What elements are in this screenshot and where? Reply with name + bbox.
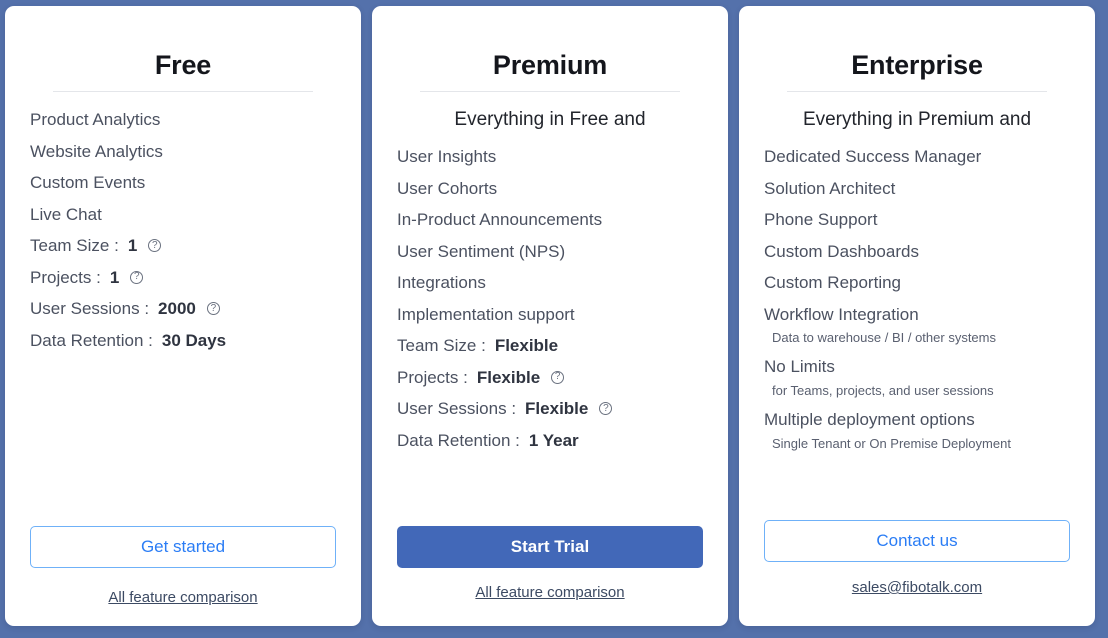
feature-value: Flexible	[494, 336, 559, 355]
feature-label: Product Analytics	[30, 110, 161, 129]
feature-row: Integrations	[397, 274, 703, 291]
plan-title: Free	[154, 50, 212, 80]
feature-row: Dedicated Success Manager	[764, 148, 1070, 165]
sales-email-link[interactable]: sales@fibotalk.com	[764, 579, 1070, 596]
feature-label: User Sessions :	[397, 399, 517, 418]
feature-row: Product Analytics	[30, 111, 336, 128]
plan-subtitle: Everything in Free and	[454, 109, 646, 130]
feature-row: No Limits	[764, 358, 1070, 375]
feature-row: Team Size : 1	[30, 237, 336, 254]
feature-label: Custom Reporting	[764, 273, 902, 292]
feature-value: 2000	[158, 299, 196, 318]
feature-value: 30 Days	[161, 330, 227, 350]
feature-label: In-Product Announcements	[397, 210, 603, 229]
feature-row: User Sessions : Flexible	[397, 400, 703, 417]
plan-card-enterprise: Enterprise Everything in Premium and Dedic…	[739, 6, 1095, 626]
feature-value: Flexible	[525, 399, 589, 418]
feature-list: User Insights User Cohorts In-Product Anno…	[397, 148, 703, 463]
feature-row: Workflow Integration	[764, 306, 1070, 323]
feature-label: Phone Support	[764, 210, 878, 229]
feature-row: Phone Support	[764, 211, 1070, 228]
feature-label: Website Analytics	[30, 141, 163, 161]
feature-label: User Cohorts	[397, 178, 498, 198]
feature-list: Dedicated Success Manager Solution Archit…	[764, 148, 1070, 464]
feature-label: Data Retention :	[30, 330, 153, 350]
feature-comparison-link[interactable]: All feature comparison	[30, 589, 336, 606]
feature-list: Product Analytics Website Analytics Custom…	[30, 111, 336, 363]
feature-value: 1	[109, 267, 120, 287]
feature-label: Projects :	[30, 267, 101, 287]
plan-title: Enterprise	[851, 50, 983, 80]
plan-title: Premium	[492, 50, 608, 80]
feature-label: Team Size :	[397, 336, 486, 355]
feature-row: Custom Events	[30, 174, 336, 191]
feature-subtext: Data to warehouse / BI / other systems	[772, 330, 996, 345]
feature-comparison-link[interactable]: All feature comparison	[397, 584, 703, 601]
help-circle-icon[interactable]	[130, 270, 144, 284]
feature-label: Dedicated Success Manager	[764, 147, 982, 166]
cta-button-premium[interactable]: Start Trial	[397, 526, 703, 568]
feature-label: Projects :	[397, 367, 468, 387]
feature-label: Data Retention :	[397, 430, 520, 450]
help-circle-icon[interactable]	[148, 239, 162, 252]
title-divider	[420, 91, 680, 92]
card-footer: Start Trial All feature comparison	[397, 526, 703, 626]
feature-label: Live Chat	[30, 204, 102, 224]
help-circle-icon[interactable]	[551, 370, 565, 384]
cta-button-enterprise[interactable]: Contact us	[764, 520, 1070, 562]
feature-row: Implementation support	[397, 306, 703, 323]
feature-label: User Sentiment (NPS)	[397, 241, 566, 261]
feature-row: User Cohorts	[397, 180, 703, 197]
feature-row: User Sessions : 2000	[30, 300, 336, 317]
feature-row: Projects : Flexible	[397, 369, 703, 386]
feature-row: Custom Dashboards	[764, 243, 1070, 260]
feature-row: User Insights	[397, 148, 703, 165]
help-circle-icon[interactable]	[206, 302, 220, 315]
feature-row: Team Size : Flexible	[397, 337, 703, 354]
plan-card-premium: Premium Everything in Free and User Insigh…	[372, 6, 728, 626]
feature-label: Solution Architect	[764, 178, 896, 198]
title-divider	[53, 91, 313, 92]
feature-value: Flexible	[476, 367, 541, 387]
feature-row: Multiple deployment options	[764, 411, 1070, 428]
feature-row: User Sentiment (NPS)	[397, 243, 703, 260]
feature-row: Custom Reporting	[764, 274, 1070, 291]
cta-button-free[interactable]: Get started	[30, 526, 336, 568]
feature-label: User Insights	[397, 147, 497, 166]
feature-subtext: for Teams, projects, and user sessions	[772, 382, 994, 398]
feature-value: 1 Year	[528, 430, 579, 450]
feature-subtext: Single Tenant or On Premise Deployment	[772, 435, 1011, 451]
feature-value: 1	[127, 236, 138, 255]
feature-row: Projects : 1	[30, 269, 336, 286]
feature-label: Workflow Integration	[764, 304, 919, 324]
title-divider	[787, 91, 1047, 92]
feature-label: Implementation support	[397, 304, 575, 324]
card-footer: Contact us sales@fibotalk.com	[764, 520, 1070, 626]
feature-row: Data Retention : 30 Days	[30, 332, 336, 349]
feature-row: Solution Architect	[764, 180, 1070, 197]
feature-label: Custom Events	[30, 173, 146, 192]
feature-row: In-Product Announcements	[397, 211, 703, 228]
plan-card-free: Free Product Analytics Website Analytics Cu…	[5, 6, 361, 626]
feature-label: Custom Dashboards	[764, 241, 919, 261]
feature-label: User Sessions :	[30, 299, 150, 318]
plan-subtitle: Everything in Premium and	[802, 109, 1032, 130]
feature-row: Website Analytics	[30, 143, 336, 160]
feature-label: Integrations	[397, 273, 486, 292]
feature-label: Team Size :	[30, 236, 119, 255]
feature-row: Live Chat	[30, 206, 336, 223]
feature-label: No Limits	[764, 357, 835, 377]
pricing-plans-container: Free Product Analytics Website Analytics Cu…	[0, 0, 1108, 638]
feature-label: Multiple deployment options	[764, 410, 975, 430]
card-footer: Get started All feature comparison	[30, 526, 336, 626]
help-circle-icon[interactable]	[599, 402, 613, 415]
feature-row: Data Retention : 1 Year	[397, 432, 703, 449]
